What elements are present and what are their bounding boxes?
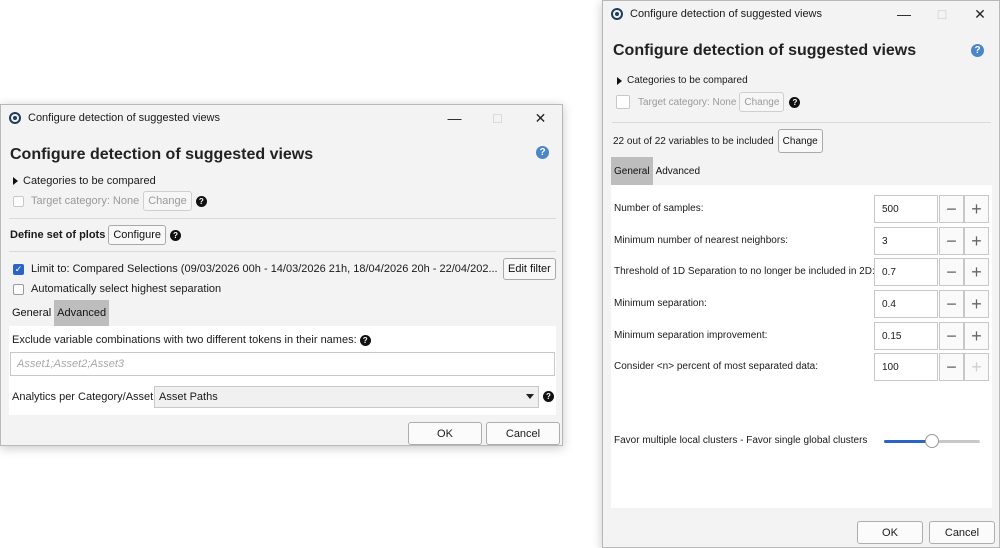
limit-checkbox[interactable]: ✓: [13, 263, 24, 275]
limit-label: Limit to: Compared Selections (09/03/202…: [31, 263, 498, 275]
tab-general[interactable]: General: [9, 300, 54, 326]
expand-triangle-icon[interactable]: [617, 76, 622, 85]
plus-icon[interactable]: +: [964, 290, 989, 318]
chevron-down-icon: [526, 394, 534, 399]
tab-advanced[interactable]: Advanced: [54, 300, 110, 326]
page-title: Configure detection of suggested views: [10, 146, 314, 163]
exclude-label: Exclude variable combinations with two d…: [12, 334, 357, 346]
param-label-percent: Consider <n> percent of most separated d…: [614, 361, 819, 372]
cancel-button[interactable]: Cancel: [486, 422, 560, 445]
exclude-input[interactable]: Asset1;Asset2;Asset3: [10, 352, 555, 376]
tab-bar: General Advanced: [9, 300, 110, 326]
auto-select-checkbox[interactable]: [13, 283, 24, 295]
param-label-samples: Number of samples:: [614, 203, 704, 214]
ok-button[interactable]: OK: [408, 422, 482, 445]
divider: [9, 251, 556, 252]
divider: [9, 218, 556, 219]
minus-icon[interactable]: −: [939, 258, 964, 286]
threshold-input[interactable]: 0.7: [874, 258, 938, 286]
dialog-left: Configure detection of suggested views —…: [0, 104, 563, 446]
change-target-button[interactable]: Change: [739, 92, 785, 112]
plus-icon[interactable]: +: [964, 258, 989, 286]
tab-advanced[interactable]: Advanced: [653, 157, 703, 185]
tab-bar: General Advanced: [611, 157, 703, 185]
minus-icon[interactable]: −: [939, 322, 964, 350]
question-icon[interactable]: ?: [195, 195, 207, 207]
target-category-label: Target category: None: [31, 195, 140, 207]
analytics-select-value: Asset Paths: [159, 391, 218, 403]
minus-icon[interactable]: −: [939, 290, 964, 318]
plus-icon[interactable]: +: [964, 195, 989, 223]
param-label-min-separation: Minimum separation:: [614, 298, 707, 309]
maximize-icon: □: [937, 6, 947, 22]
page-title: Configure detection of suggested views: [613, 42, 917, 59]
plus-icon: +: [964, 353, 989, 381]
categories-label: Categories to be compared: [627, 75, 748, 86]
dialog-right: Configure detection of suggested views —…: [602, 0, 1000, 548]
neighbors-input[interactable]: 3: [874, 227, 938, 255]
separation-improvement-input[interactable]: 0.15: [874, 322, 938, 350]
minus-icon[interactable]: −: [939, 195, 964, 223]
change-target-button[interactable]: Change: [143, 191, 192, 211]
minimize-icon[interactable]: —: [433, 105, 476, 131]
analytics-label: Analytics per Category/Asset: [12, 391, 154, 403]
param-label-threshold: Threshold of 1D Separation to no longer …: [614, 266, 875, 277]
cancel-button[interactable]: Cancel: [929, 521, 995, 544]
categories-label: Categories to be compared: [23, 175, 156, 187]
categories-expander[interactable]: Categories to be compared: [617, 75, 748, 86]
target-category-label: Target category: None: [638, 96, 737, 108]
param-label-separation-improvement: Minimum separation improvement:: [614, 330, 768, 341]
question-icon[interactable]: ?: [170, 229, 182, 241]
categories-expander[interactable]: Categories to be compared: [13, 175, 156, 187]
minus-icon[interactable]: −: [939, 353, 964, 381]
close-icon[interactable]: ✕: [519, 105, 562, 131]
close-icon[interactable]: ✕: [961, 1, 999, 27]
help-icon[interactable]: ?: [536, 146, 549, 159]
analytics-select[interactable]: Asset Paths: [154, 386, 539, 408]
window-title: Configure detection of suggested views: [630, 8, 823, 20]
edit-filter-button[interactable]: Edit filter: [503, 258, 556, 280]
help-icon[interactable]: ?: [971, 44, 984, 57]
define-plots-label: Define set of plots: [10, 229, 106, 241]
titlebar[interactable]: Configure detection of suggested views —…: [1, 105, 562, 131]
app-logo-icon: [9, 112, 21, 124]
question-icon[interactable]: ?: [359, 334, 371, 346]
question-icon[interactable]: ?: [789, 96, 801, 108]
param-label-neighbors: Minimum number of nearest neighbors:: [614, 235, 788, 246]
min-separation-input[interactable]: 0.4: [874, 290, 938, 318]
percent-input[interactable]: 100: [874, 353, 938, 381]
plus-icon[interactable]: +: [964, 322, 989, 350]
expand-triangle-icon[interactable]: [13, 177, 18, 185]
ok-button[interactable]: OK: [857, 521, 923, 544]
auto-select-label: Automatically select highest separation: [31, 283, 222, 295]
target-category-checkbox[interactable]: [13, 195, 24, 207]
slider-thumb[interactable]: [925, 434, 939, 448]
titlebar[interactable]: Configure detection of suggested views —…: [603, 1, 999, 27]
app-logo-icon: [611, 8, 623, 20]
variables-label: 22 out of 22 variables to be included: [613, 135, 774, 147]
configure-button[interactable]: Configure: [108, 225, 167, 245]
minus-icon[interactable]: −: [939, 227, 964, 255]
plus-icon[interactable]: +: [964, 227, 989, 255]
cluster-slider[interactable]: [884, 432, 980, 450]
tab-general[interactable]: General: [611, 157, 653, 185]
cluster-slider-label: Favor multiple local clusters - Favor si…: [614, 435, 868, 446]
minimize-icon[interactable]: —: [885, 1, 923, 27]
window-title: Configure detection of suggested views: [28, 112, 221, 124]
samples-input[interactable]: 500: [874, 195, 938, 223]
divider: [612, 122, 991, 123]
question-icon[interactable]: ?: [543, 391, 554, 402]
variables-change-button[interactable]: Change: [777, 129, 823, 153]
target-category-checkbox[interactable]: [616, 95, 630, 109]
maximize-icon: □: [493, 110, 502, 126]
